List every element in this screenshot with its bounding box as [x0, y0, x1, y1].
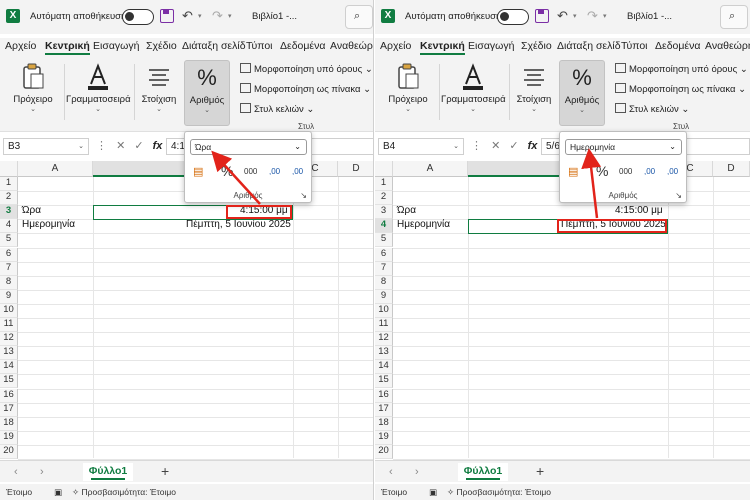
accessibility-label: Προσβασιμότητα: Έτοιμο: [456, 487, 552, 497]
sheet-tab[interactable]: Φύλλο1: [458, 463, 508, 481]
right-excel-window: X Αυτόματη αποθήκευση ↶ ▾ ↷ ▾ Βιβλίο1 -.…: [375, 0, 750, 500]
red-arrow: [211, 150, 261, 205]
accessibility-status[interactable]: ✧ Προσβασιμότητα: Έτοιμο: [447, 487, 551, 498]
sheet-bar: ‹ › Φύλλο1 +: [375, 460, 750, 482]
next-sheet-icon[interactable]: ›: [40, 466, 44, 478]
left-excel-window: X Αυτόματη αποθήκευση ↶ ▾ ↷ ▾ Βιβλίο1 -.…: [0, 0, 375, 500]
annotation-overlay: [211, 150, 261, 205]
prev-sheet-icon[interactable]: ‹: [14, 466, 18, 478]
highlight-box: [557, 219, 667, 233]
status-bar: Έτοιμο ▣ ✧ Προσβασιμότητα: Έτοιμο: [375, 484, 750, 500]
macro-icon[interactable]: ▣: [54, 487, 62, 498]
prev-sheet-icon[interactable]: ‹: [389, 466, 393, 478]
red-arrow: [581, 148, 602, 219]
annotation-overlay: [581, 148, 602, 219]
add-sheet-button[interactable]: +: [161, 463, 169, 479]
accessibility-icon: ✧: [72, 487, 80, 497]
highlight-box: [226, 205, 292, 219]
status-ready: Έτοιμο: [6, 487, 33, 497]
accessibility-status[interactable]: ✧ Προσβασιμότητα: Έτοιμο: [72, 487, 176, 498]
status-ready: Έτοιμο: [381, 487, 408, 497]
sheet-bar: ‹ › Φύλλο1 +: [0, 460, 375, 482]
status-bar: Έτοιμο ▣ ✧ Προσβασιμότητα: Έτοιμο: [0, 484, 375, 500]
accessibility-label: Προσβασιμότητα: Έτοιμο: [81, 487, 177, 497]
accessibility-icon: ✧: [447, 487, 455, 497]
macro-icon[interactable]: ▣: [429, 487, 437, 498]
add-sheet-button[interactable]: +: [536, 463, 544, 479]
sheet-tab[interactable]: Φύλλο1: [83, 463, 133, 481]
next-sheet-icon[interactable]: ›: [415, 466, 419, 478]
